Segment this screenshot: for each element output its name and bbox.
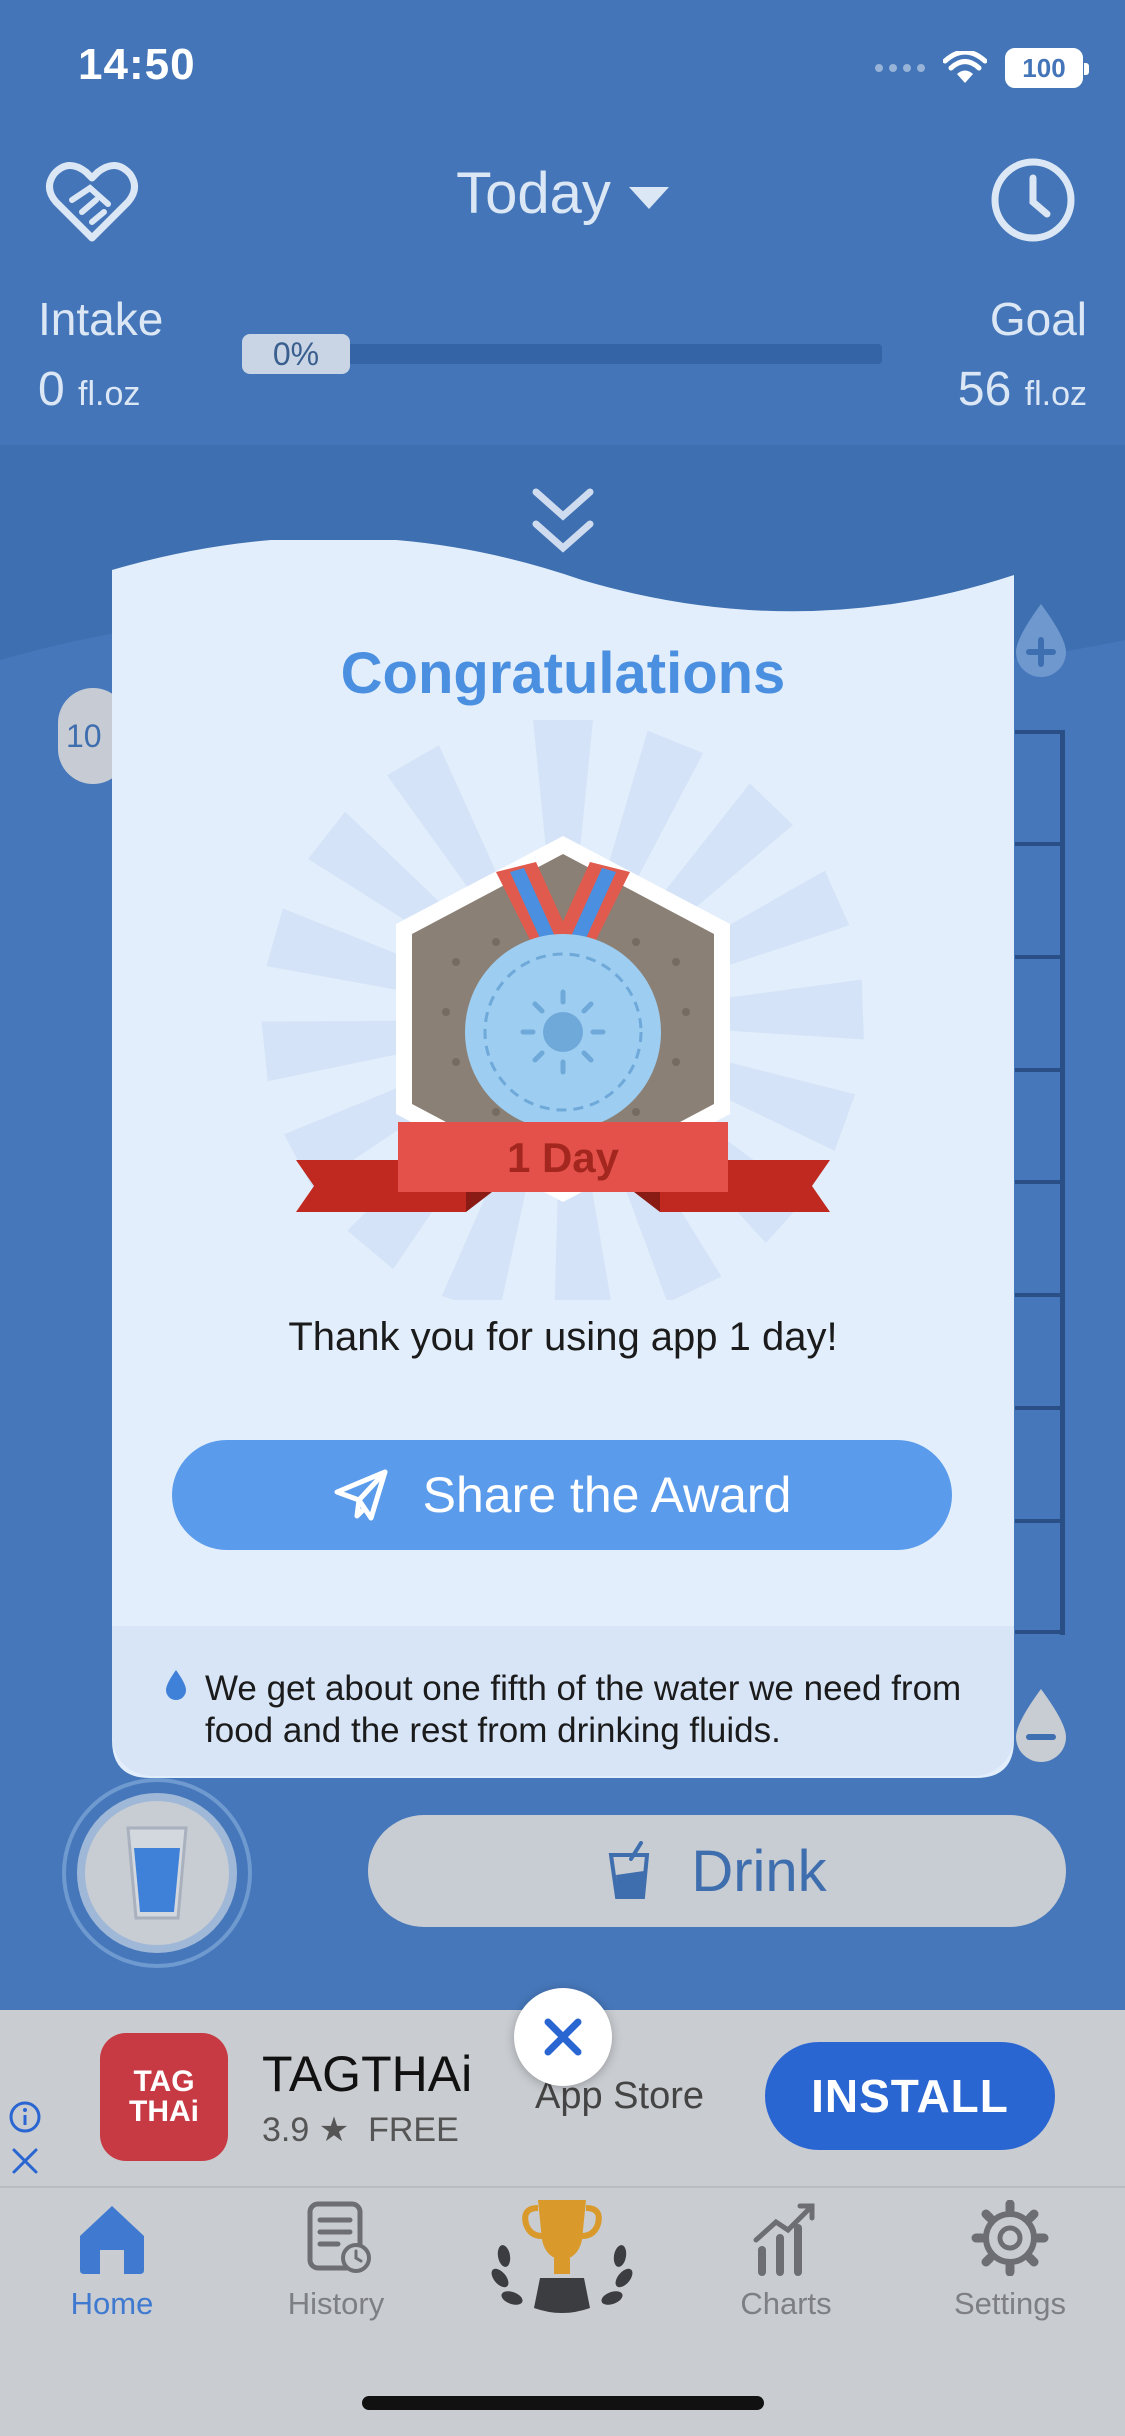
ad-logo-line2: THAi xyxy=(129,2095,199,2128)
star-icon: ★ xyxy=(318,2111,350,2149)
chart-bars-icon xyxy=(753,2203,815,2276)
gear-icon xyxy=(971,2200,1049,2276)
intake-value: 0 fl.oz xyxy=(38,362,140,417)
tab-home[interactable]: Home xyxy=(22,2200,202,2322)
cup-selector[interactable] xyxy=(62,1778,252,1968)
tab-home-label: Home xyxy=(70,2286,154,2321)
add-drop-icon[interactable] xyxy=(1010,600,1072,680)
award-message: Thank you for using app 1 day! xyxy=(288,1315,838,1359)
water-drop-icon xyxy=(166,1670,186,1700)
tab-history-label: History xyxy=(287,2286,385,2321)
ad-install-button[interactable]: INSTALL xyxy=(765,2042,1055,2150)
drink-button[interactable]: Drink xyxy=(368,1815,1066,1927)
wifi-icon xyxy=(943,51,987,83)
remove-drop-icon[interactable] xyxy=(1010,1685,1072,1765)
share-award-label: Share the Award xyxy=(422,1467,792,1523)
ad-price: FREE xyxy=(368,2111,459,2149)
tab-settings-label: Settings xyxy=(953,2286,1066,2321)
period-selector[interactable]: Today xyxy=(0,160,1125,227)
tab-charts-label: Charts xyxy=(740,2286,832,2321)
intake-unit: fl.oz xyxy=(78,375,141,413)
cup-inner xyxy=(77,1793,237,1953)
goal-amount: 56 xyxy=(957,363,1012,416)
trophy-icon xyxy=(491,2200,633,2313)
tab-charts[interactable]: Charts xyxy=(696,2200,876,2322)
clock-icon[interactable] xyxy=(983,150,1083,250)
home-indicator[interactable] xyxy=(362,2396,764,2410)
goal-label: Goal xyxy=(989,293,1087,345)
drink-label: Drink xyxy=(691,1838,827,1904)
tab-awards[interactable] xyxy=(472,2196,652,2336)
goal-unit: fl.oz xyxy=(1024,375,1087,413)
drink-glass-icon xyxy=(609,1841,650,1899)
intake-ruler xyxy=(1015,730,1065,1635)
cellular-signal-icon xyxy=(875,64,925,72)
paper-plane-icon xyxy=(334,1469,388,1521)
intake-amount: 0 xyxy=(38,363,65,416)
goal-value: 56 fl.oz xyxy=(958,362,1087,417)
ad-info-icon[interactable] xyxy=(8,2100,42,2134)
tab-history[interactable]: History xyxy=(246,2200,426,2322)
battery-indicator: 100 xyxy=(1005,48,1089,88)
progress-percent: 0% xyxy=(242,334,350,374)
period-label: Today xyxy=(456,161,611,226)
badge-day-label: 1 Day xyxy=(506,1134,620,1181)
share-award-button[interactable]: Share the Award xyxy=(172,1440,952,1550)
ad-logo-line1: TAG xyxy=(133,2065,195,2098)
status-icons: 100 xyxy=(875,48,1089,88)
ad-rating-value: 3.9 xyxy=(262,2111,310,2149)
water-glass-icon xyxy=(126,1826,188,1920)
modal-title: Congratulations xyxy=(340,641,786,706)
ad-dismiss-icon[interactable] xyxy=(10,2146,40,2176)
ad-app-name[interactable]: TAGTHAi xyxy=(262,2045,472,2103)
home-icon xyxy=(80,2206,144,2274)
history-list-icon xyxy=(307,2201,371,2273)
ad-rating: 3.9 ★ FREE xyxy=(262,2110,459,2150)
tip-text: We get about one fifth of the water we n… xyxy=(205,1669,962,1750)
ad-close-icon[interactable] xyxy=(514,1988,612,2086)
caret-down-icon xyxy=(628,186,669,209)
ad-app-logo[interactable]: TAG THAi xyxy=(100,2033,228,2161)
tab-settings[interactable]: Settings xyxy=(920,2200,1100,2322)
intake-label: Intake xyxy=(38,293,164,345)
status-time: 14:50 xyxy=(78,40,196,89)
